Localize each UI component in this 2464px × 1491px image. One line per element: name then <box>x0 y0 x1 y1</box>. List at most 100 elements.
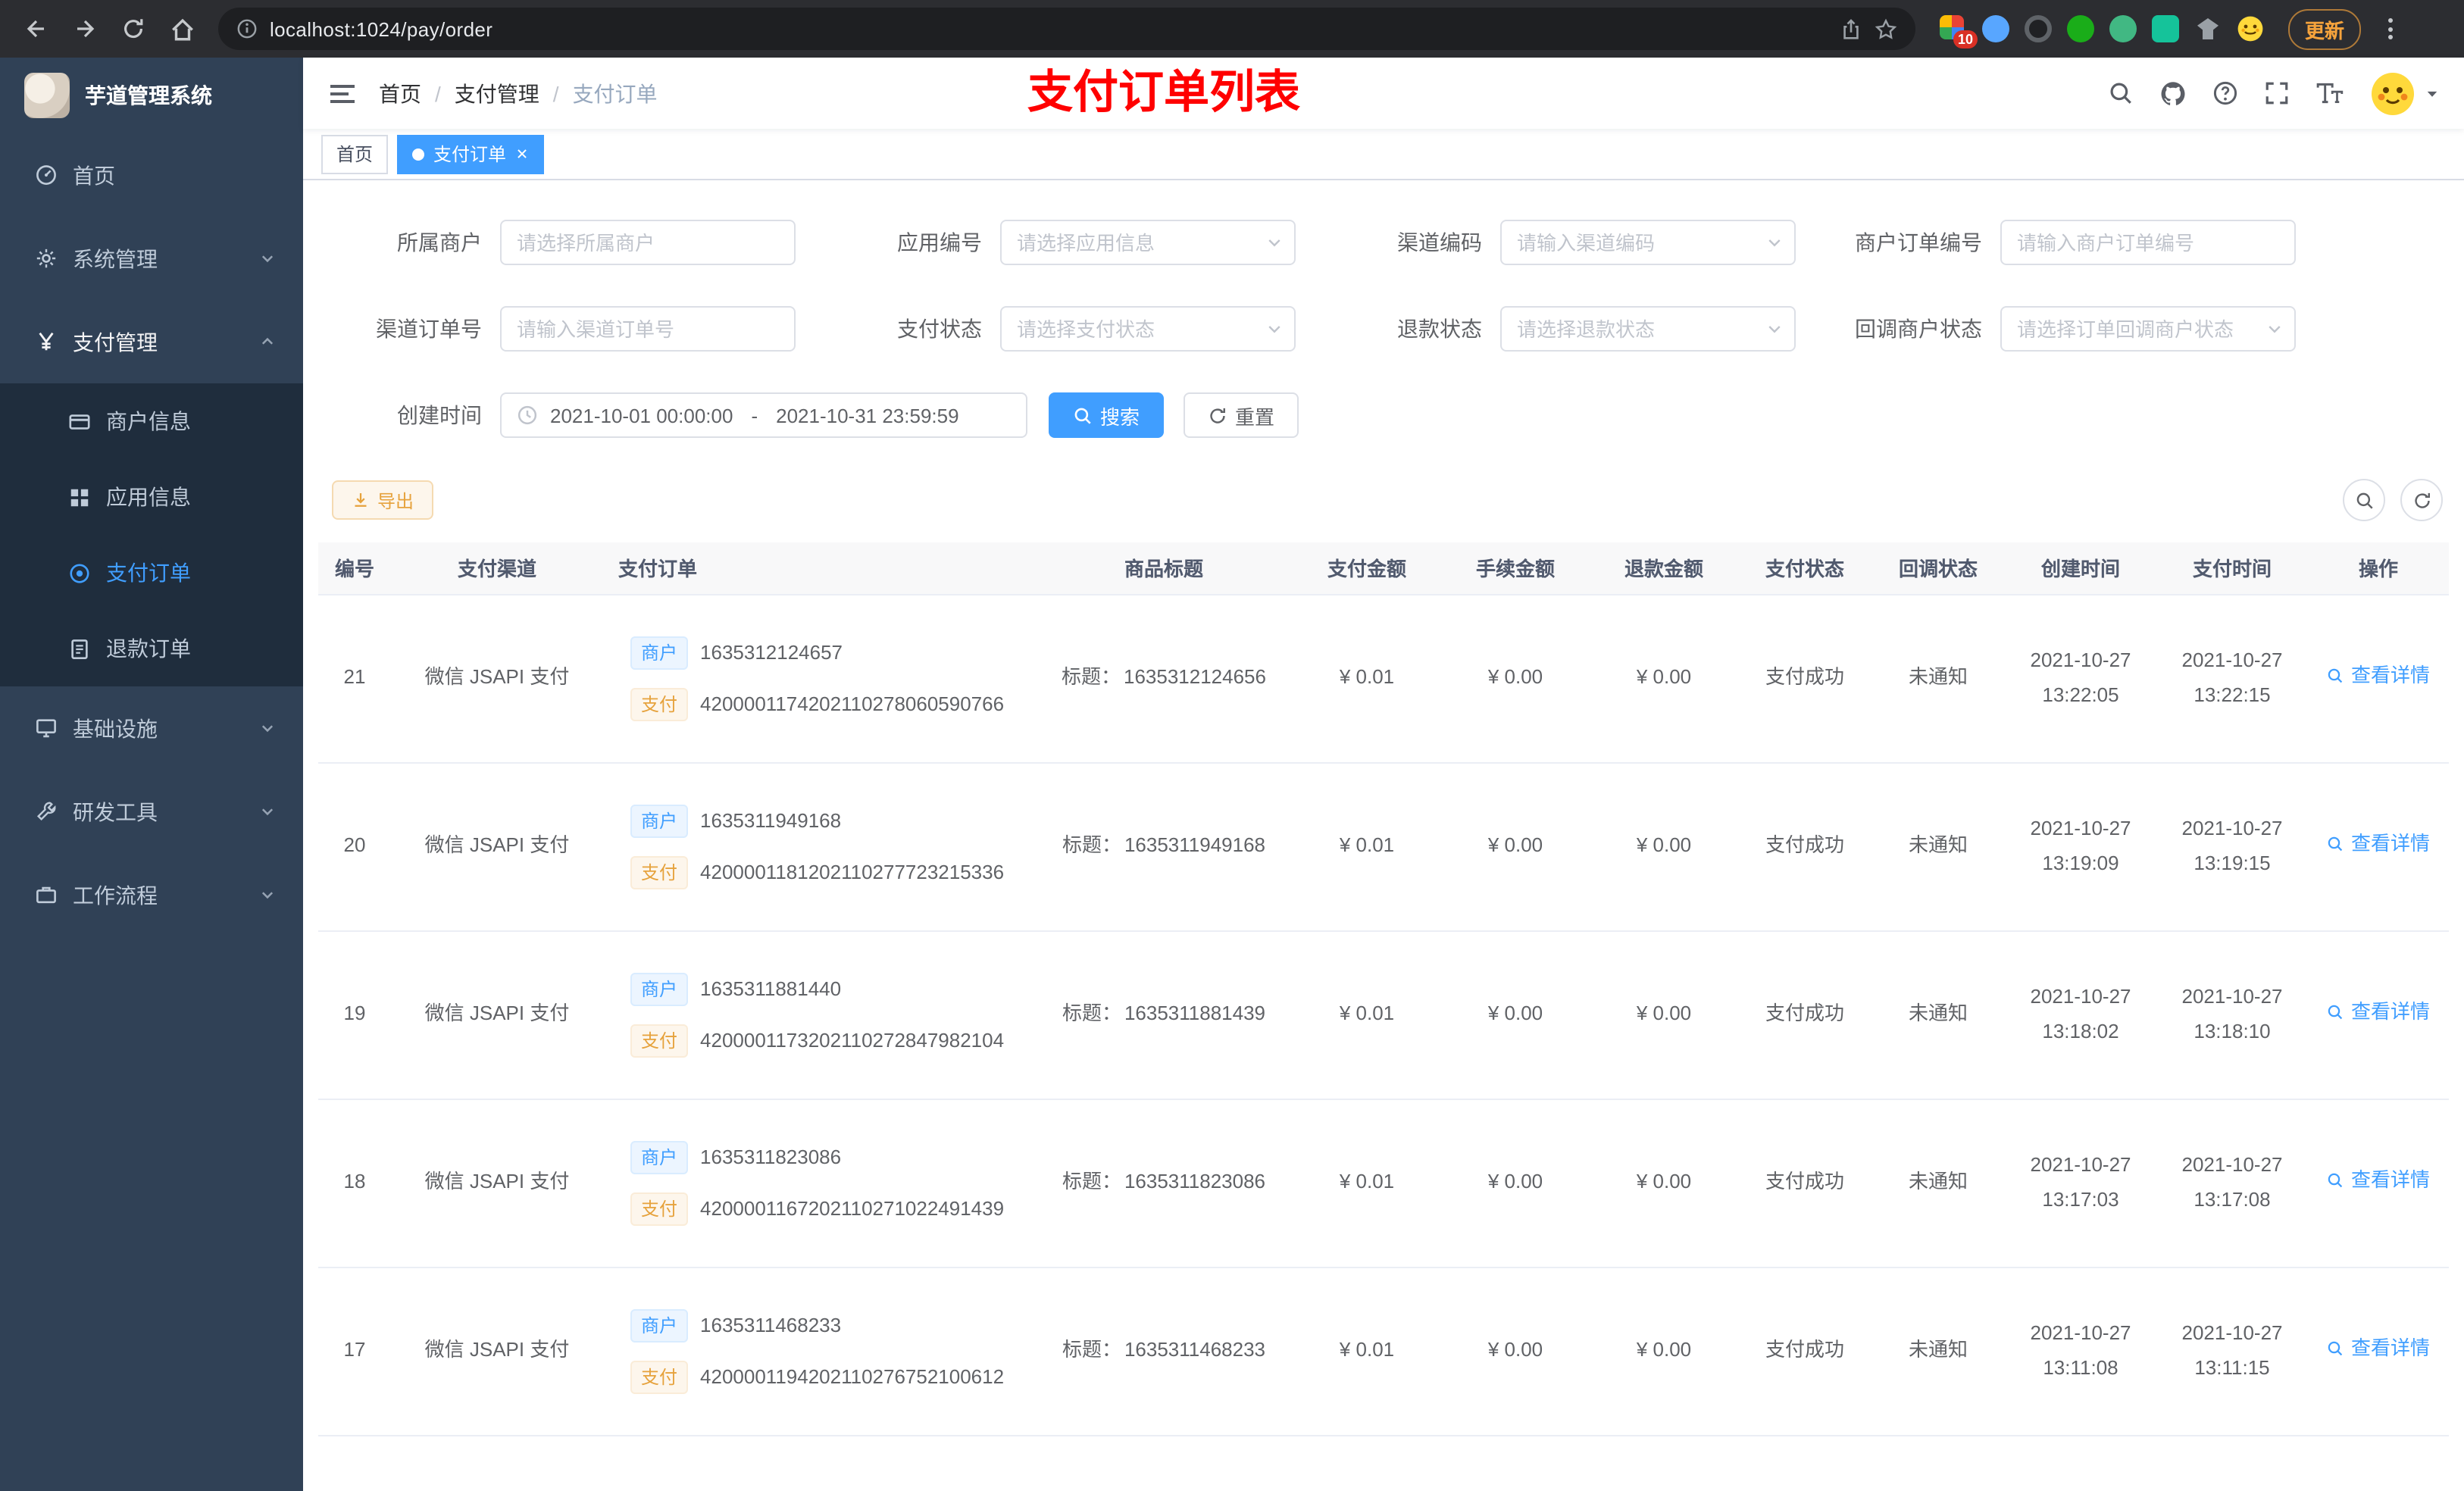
merchant-select-input[interactable] <box>500 220 796 265</box>
extension-colorful-icon[interactable]: 10 <box>1940 15 1978 48</box>
site-info-icon[interactable] <box>236 18 258 39</box>
filter-label: 渠道订单号 <box>376 317 482 341</box>
sidebar-item-system[interactable]: 系统管理 <box>0 217 303 300</box>
search-button[interactable]: 搜索 <box>1049 392 1165 438</box>
notify-status-select[interactable] <box>2000 306 2296 352</box>
cell-notify-status: 未通知 <box>1871 594 2005 763</box>
browser-menu-icon[interactable] <box>2379 9 2402 48</box>
cell-notify-status: 未通知 <box>1871 762 2005 931</box>
extension-blue-icon[interactable] <box>1982 15 2009 42</box>
filter-label: 商户订单编号 <box>1855 230 1982 255</box>
cell-pay-order: 商户 1635311949168 支付 4200001181202110277723… <box>603 762 1035 931</box>
col-pay-time: 支付时间 <box>2156 542 2308 595</box>
cell-create-time: 2021-10-27 13:18:02 <box>2005 930 2156 1099</box>
sidebar-item-workflow[interactable]: 工作流程 <box>0 853 303 936</box>
sidebar-toggle-icon[interactable] <box>321 75 364 111</box>
extension-dark-icon[interactable] <box>2025 15 2052 42</box>
toggle-search-icon[interactable] <box>2343 479 2385 521</box>
reset-button[interactable]: 重置 <box>1184 392 1299 438</box>
pay-status-select[interactable] <box>1000 306 1296 352</box>
browser-back-icon[interactable] <box>15 8 58 50</box>
app-window: 芋道管理系统 首页 系统管理 支付管理 商户信息 应用信息 支付订单 退款订单 … <box>0 58 2464 1491</box>
view-detail-link[interactable]: 查看详情 <box>2327 1333 2430 1366</box>
view-detail-link[interactable]: 查看详情 <box>2327 1164 2430 1198</box>
cell-title: 标题： 1635311949168 <box>1035 762 1293 931</box>
sidebar-item-refund-order[interactable]: 退款订单 <box>0 611 303 686</box>
refresh-table-icon[interactable] <box>2400 479 2443 521</box>
extension-green-icon[interactable] <box>2067 15 2094 42</box>
github-icon[interactable] <box>2159 80 2187 107</box>
filter-label: 创建时间 <box>397 403 482 427</box>
tab-pay-order[interactable]: 支付订单 <box>397 134 545 173</box>
cell-pay-status: 支付成功 <box>1738 594 1871 763</box>
profile-emoji-icon[interactable] <box>2237 15 2264 42</box>
extension-teal-icon[interactable] <box>2152 15 2179 42</box>
close-icon[interactable] <box>515 147 529 161</box>
search-icon <box>2328 1005 2344 1021</box>
user-avatar[interactable] <box>2370 70 2440 116</box>
breadcrumb-home[interactable]: 首页 <box>379 78 421 108</box>
app-logo[interactable]: 芋道管理系统 <box>0 58 303 133</box>
fullscreen-icon[interactable] <box>2264 80 2290 106</box>
orders-table: 编号 支付渠道 支付订单 商品标题 支付金额 手续金额 退款金额 支付状态 回调… <box>318 542 2449 1491</box>
col-amount: 支付金额 <box>1293 542 1441 595</box>
browser-forward-icon[interactable] <box>64 8 106 50</box>
sidebar-item-pay-order[interactable]: 支付订单 <box>0 535 303 611</box>
sidebar-item-infrastructure[interactable]: 基础设施 <box>0 686 303 770</box>
help-icon[interactable] <box>2212 80 2238 106</box>
breadcrumb-section[interactable]: 支付管理 <box>455 78 539 108</box>
channel-order-no: 4200001173202110272847982104 <box>700 1028 1005 1051</box>
channel-order-no-input[interactable] <box>500 306 796 352</box>
filter-label: 应用编号 <box>897 230 982 255</box>
sidebar-item-label: 退款订单 <box>106 636 191 661</box>
target-icon <box>67 561 91 584</box>
filter-row-3: 创建时间 2021-10-01 00:00:00 - 2021-10-31 23… <box>318 392 2449 438</box>
app-select-input[interactable] <box>1000 220 1296 265</box>
col-notify-status: 回调状态 <box>1871 542 2005 595</box>
bookmark-star-icon[interactable] <box>1875 17 1897 40</box>
date-start-value[interactable]: 2021-10-01 00:00:00 <box>550 404 733 427</box>
tab-label: 首页 <box>336 144 374 165</box>
table-right-tools <box>2343 479 2449 521</box>
browser-update-button[interactable]: 更新 <box>2288 8 2362 49</box>
browser-reload-icon[interactable] <box>112 8 155 50</box>
tab-label: 支付订单 <box>433 144 507 165</box>
address-bar[interactable]: localhost:1024/pay/order <box>218 8 1915 50</box>
sidebar-item-label: 工作流程 <box>73 883 158 907</box>
tab-home[interactable]: 首页 <box>321 134 389 173</box>
cell-amount: ¥ 0.01 <box>1293 1267 1441 1436</box>
date-range-picker[interactable]: 2021-10-01 00:00:00 - 2021-10-31 23:59:5… <box>500 392 1027 438</box>
merchant-order-no-input[interactable] <box>2000 220 2296 265</box>
cell-create-time: 2021-10-27 13:11:08 <box>2005 1267 2156 1436</box>
url-text[interactable]: localhost:1024/pay/order <box>270 17 1828 40</box>
channel-code-input[interactable] <box>1500 220 1796 265</box>
main-area: 首页 / 支付管理 / 支付订单 支付订单列表 首页 支付订单 所属商户 请选择… <box>303 58 2464 1491</box>
share-icon[interactable] <box>1840 17 1862 40</box>
font-size-icon[interactable] <box>2315 80 2344 106</box>
sidebar-item-dev-tools[interactable]: 研发工具 <box>0 770 303 853</box>
cell-fee: ¥ 0.00 <box>1441 1267 1590 1436</box>
view-detail-link[interactable]: 查看详情 <box>2327 660 2430 693</box>
date-end-value[interactable]: 2021-10-31 23:59:59 <box>776 404 958 427</box>
filter-field-channel-order-no: 渠道订单号 <box>318 306 818 352</box>
search-icon <box>2328 669 2344 684</box>
sidebar-item-home[interactable]: 首页 <box>0 133 303 217</box>
view-detail-link[interactable]: 查看详情 <box>2327 996 2430 1030</box>
browser-home-icon[interactable] <box>161 8 203 50</box>
title-prefix: 标题： <box>1062 1170 1121 1193</box>
date-separator: - <box>751 404 758 427</box>
view-detail-link[interactable]: 查看详情 <box>2327 828 2430 861</box>
refund-status-select[interactable] <box>1500 306 1796 352</box>
sidebar-item-payment[interactable]: 支付管理 <box>0 300 303 383</box>
export-button[interactable]: 导出 <box>332 480 434 520</box>
cell-pay-time: 2021-10-27 13:11:15 <box>2156 1267 2308 1436</box>
extension-vue-icon[interactable] <box>2109 15 2137 42</box>
sidebar-item-merchant-info[interactable]: 商户信息 <box>0 383 303 459</box>
extensions-pin-icon[interactable] <box>2194 15 2222 42</box>
search-icon[interactable] <box>2108 80 2134 106</box>
page-content: 所属商户 应用编号 渠道编码 <box>303 180 2464 1491</box>
dashboard-icon <box>33 164 58 186</box>
view-detail-label: 查看详情 <box>2350 1000 2430 1024</box>
sidebar-item-app-info[interactable]: 应用信息 <box>0 459 303 535</box>
title-value: 1635311468233 <box>1124 1338 1266 1361</box>
